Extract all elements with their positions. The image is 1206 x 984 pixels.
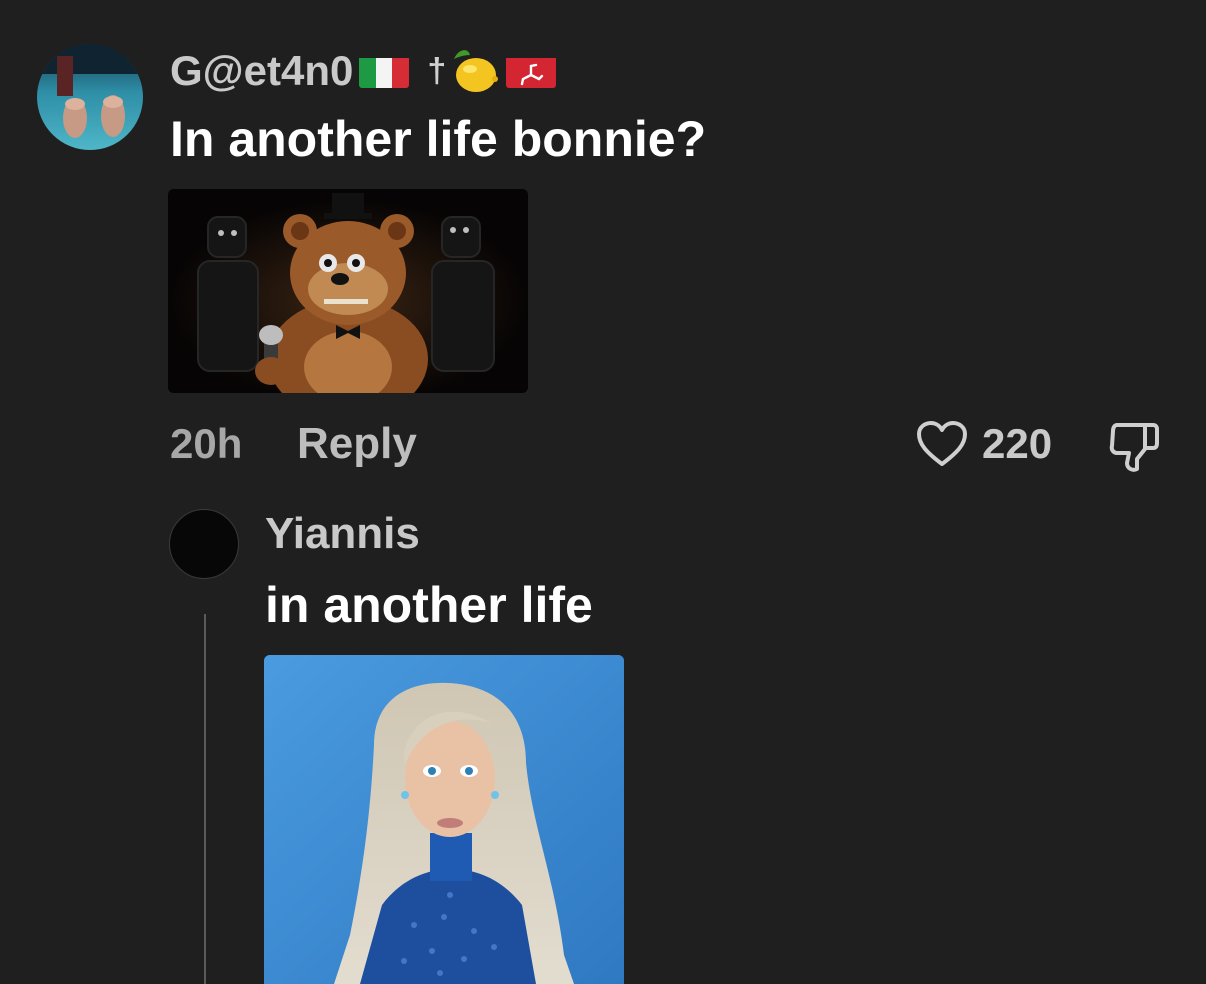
- reply-username[interactable]: Yiannis: [265, 509, 420, 559]
- like-group: 220: [916, 418, 1052, 470]
- lemon-icon: [446, 45, 500, 97]
- freddy-fazbear-image[interactable]: [168, 189, 528, 393]
- italy-flag-icon: [359, 54, 410, 88]
- heart-icon[interactable]: [916, 420, 968, 468]
- comment-username[interactable]: G@et4n0: [170, 47, 353, 95]
- comment-thread: G@et4n0 † In another life bonnie? 20h Re…: [0, 0, 1206, 984]
- comment-text: In another life bonnie?: [170, 111, 707, 167]
- comment-timestamp: 20h: [170, 420, 243, 467]
- reply-text: in another life: [265, 577, 593, 633]
- portrait-photo-image[interactable]: [264, 655, 624, 984]
- isle-of-man-flag-icon: [506, 54, 557, 88]
- avatar[interactable]: [37, 44, 143, 150]
- comment-username-row[interactable]: G@et4n0 †: [170, 45, 557, 97]
- reply-avatar[interactable]: [169, 509, 239, 579]
- like-count: 220: [982, 420, 1053, 467]
- dislike-icon[interactable]: [1107, 419, 1161, 473]
- avatar-pool-image: [37, 44, 143, 150]
- reply-button[interactable]: Reply: [297, 420, 417, 468]
- thread-line: [204, 614, 206, 984]
- cross-icon: †: [427, 52, 447, 90]
